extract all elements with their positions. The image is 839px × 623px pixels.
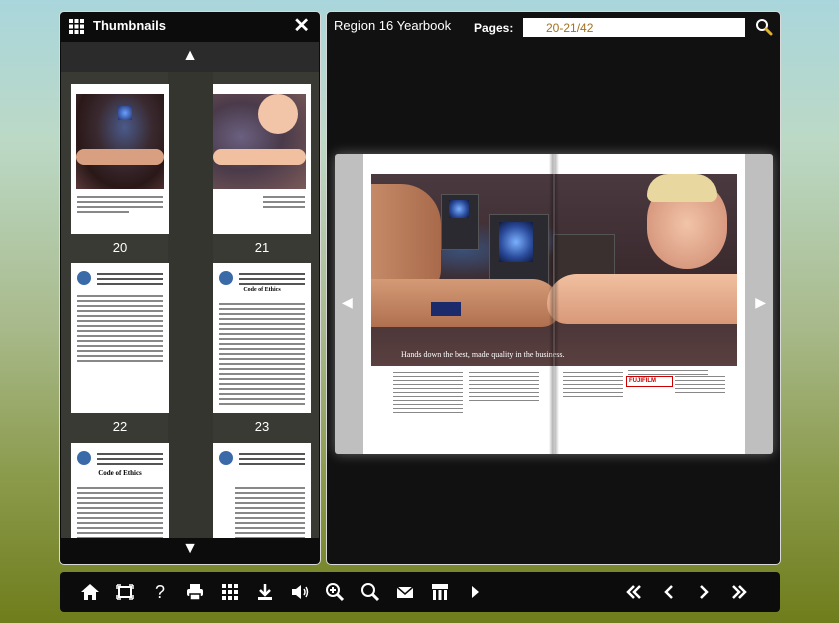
thumbnails-panel: Thumbnails ✕ ▲ 20 21 22 Code of Ethics 2…	[59, 11, 321, 565]
thumbnail-page-21[interactable]	[213, 84, 311, 234]
previous-page-icon[interactable]	[657, 580, 681, 604]
previous-page-arrow-icon[interactable]: ◀	[342, 294, 353, 311]
thumbnail-label: 21	[254, 240, 270, 255]
scroll-down-icon[interactable]: ▼	[61, 540, 319, 558]
thumbnail-page-23[interactable]: Code of Ethics	[213, 263, 311, 413]
page-number-input[interactable]	[523, 18, 745, 37]
first-page-icon[interactable]	[622, 580, 646, 604]
print-icon[interactable]	[183, 580, 207, 604]
thumbnail-page-24[interactable]: Code of Ethics	[71, 443, 169, 538]
book-spread[interactable]: Hands down the best, made quality in the…	[363, 154, 745, 454]
thumbnail-label: 22	[112, 419, 128, 434]
home-icon[interactable]	[78, 580, 102, 604]
book-viewer: Region 16 Yearbook Pages: ◀ Hands dow	[326, 11, 781, 565]
thumbnail-label: 20	[112, 240, 128, 255]
thumbnails-grid: 20 21 22 Code of Ethics 23 Code of Ethic…	[61, 72, 319, 538]
tattoo-icon	[431, 302, 461, 316]
email-icon[interactable]	[393, 580, 417, 604]
sound-icon[interactable]	[288, 580, 312, 604]
scroll-up-icon[interactable]: ▲	[61, 47, 319, 65]
book-gutter	[549, 154, 559, 454]
last-page-icon[interactable]	[727, 580, 751, 604]
help-icon[interactable]: ?	[148, 580, 172, 604]
grid-icon	[69, 19, 84, 34]
autoplay-icon[interactable]	[463, 580, 487, 604]
thumbnails-icon[interactable]	[218, 580, 242, 604]
next-page-arrow-icon[interactable]: ▶	[755, 294, 766, 311]
close-thumbnails-button[interactable]: ✕	[293, 16, 310, 36]
search-icon[interactable]	[755, 18, 773, 36]
book-spread-frame: ◀ Hands down the best, made quality in t…	[335, 154, 773, 454]
page-heading: Code of Ethics	[243, 287, 281, 293]
thumbnail-label: 23	[254, 419, 270, 434]
thumbnail-page-20[interactable]	[71, 84, 169, 234]
thumbnails-title: Thumbnails	[93, 18, 166, 33]
bottom-toolbar: ?	[60, 572, 780, 612]
page-heading: Code of Ethics	[98, 469, 142, 477]
thumbnail-page-22[interactable]	[71, 263, 169, 413]
next-page-icon[interactable]	[692, 580, 716, 604]
book-title: Region 16 Yearbook	[334, 18, 452, 33]
page-photo	[213, 94, 306, 189]
thumbnails-scroller[interactable]: ▲ 20 21 22 Code of Ethics 23 Code of Eth…	[61, 42, 319, 557]
page-photo	[76, 94, 164, 189]
fujifilm-logo: FUJIFILM	[626, 376, 673, 387]
ad-caption: Hands down the best, made quality in the…	[401, 350, 565, 359]
thumbnail-page-25[interactable]	[213, 443, 311, 538]
thumbnails-header: Thumbnails ✕	[60, 12, 320, 42]
download-icon[interactable]	[253, 580, 277, 604]
zoom-in-icon[interactable]	[323, 580, 347, 604]
social-share-icon[interactable]	[428, 580, 452, 604]
pages-label: Pages:	[474, 21, 514, 35]
fit-screen-icon[interactable]	[113, 580, 137, 604]
search-icon[interactable]	[358, 580, 382, 604]
